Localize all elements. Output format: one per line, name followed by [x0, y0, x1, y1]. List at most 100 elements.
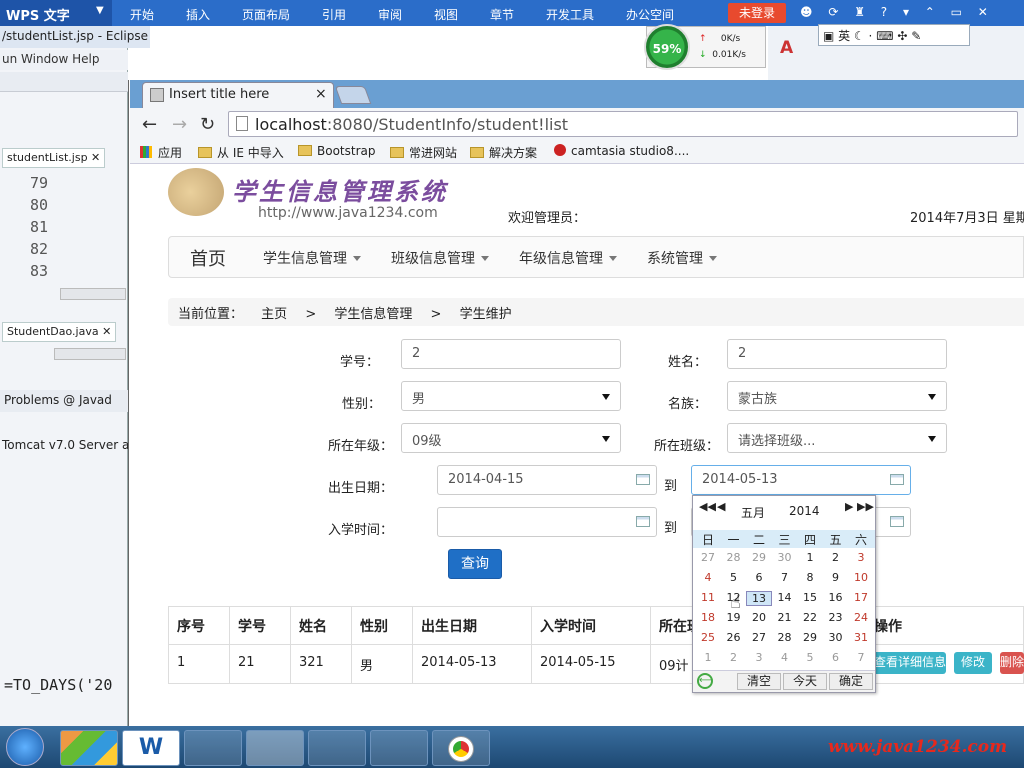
ime-toolbar[interactable]: ▣ 英 ☾ · ⌨ ✣ ✎ [818, 24, 970, 46]
nav-student-info[interactable]: 学生信息管理 [263, 248, 361, 268]
tab-close-icon[interactable]: × [315, 86, 327, 102]
taskbar-terminal-icon[interactable] [184, 730, 242, 766]
nav-system[interactable]: 系统管理 [647, 248, 717, 268]
month-label[interactable]: 五月 [741, 504, 765, 521]
calendar-day[interactable]: 11 [695, 591, 721, 604]
taskbar-wps-icon[interactable]: W [122, 730, 180, 766]
wps-menu-start[interactable]: 开始 [130, 6, 154, 23]
bookmark-bootstrap[interactable]: Bootstrap [298, 144, 375, 158]
edit-button[interactable]: 修改 [954, 652, 992, 674]
next-year-icon[interactable]: ▶▶ [857, 500, 874, 513]
ime-lang[interactable]: 英 [838, 29, 850, 43]
grade-select[interactable]: 09级 [401, 423, 621, 453]
query-button[interactable]: 查询 [448, 549, 502, 579]
confirm-date-button[interactable]: 确定 [829, 673, 873, 690]
prev-year-icon[interactable]: ◀◀ [699, 500, 716, 513]
calendar-day[interactable]: 30 [823, 631, 849, 644]
prev-month-icon[interactable]: ◀ [717, 500, 725, 513]
reload-icon[interactable]: ↻ [200, 114, 215, 135]
calendar-day[interactable]: 28 [772, 631, 798, 644]
calendar-day[interactable]: 4 [695, 571, 721, 584]
taskbar-camtasia-icon[interactable] [246, 730, 304, 766]
calendar-day[interactable]: 24 [848, 611, 874, 624]
birth-date-to-input[interactable]: 2014-05-13 [691, 465, 911, 495]
bookmark-sites[interactable]: 常进网站 [390, 144, 457, 161]
bookmark-solutions[interactable]: 解决方案 [470, 144, 537, 161]
calendar-icon[interactable] [890, 516, 904, 527]
taskbar-eclipse-icon[interactable] [308, 730, 366, 766]
calendar-day[interactable]: 10 [848, 571, 874, 584]
calendar-day[interactable]: 13 [746, 591, 772, 606]
calendar-day[interactable]: 7 [772, 571, 798, 584]
font-size-icon[interactable]: A [780, 38, 793, 58]
calendar-day[interactable]: 20 [746, 611, 772, 624]
calendar-day[interactable]: 14 [772, 591, 798, 604]
problems-tab[interactable]: Problems @ Javad [0, 390, 128, 412]
calendar-day[interactable]: 7 [848, 651, 874, 664]
calendar-day[interactable]: 31 [848, 631, 874, 644]
class-select[interactable]: 请选择班级... [727, 423, 947, 453]
calendar-day[interactable]: 9 [823, 571, 849, 584]
calendar-day[interactable]: 5 [721, 571, 747, 584]
back-icon[interactable]: ⟵ [697, 673, 713, 689]
calendar-day[interactable]: 1 [695, 651, 721, 664]
birth-date-from-input[interactable]: 2014-04-15 [437, 465, 657, 495]
bookmark-camtasia[interactable]: camtasia studio8.... [554, 144, 689, 158]
delete-button[interactable]: 删除 [1000, 652, 1024, 674]
breadcrumb-home[interactable]: 主页 [261, 307, 287, 322]
forward-arrow-icon[interactable]: → [172, 114, 187, 135]
address-bar[interactable]: localhost:8080/StudentInfo/student!list [228, 111, 1018, 137]
memory-gauge[interactable]: 59% [644, 24, 690, 70]
sex-select[interactable]: 男 [401, 381, 621, 411]
student-number-input[interactable]: 2 [401, 339, 621, 369]
calendar-day[interactable]: 2 [823, 551, 849, 564]
browser-tab[interactable]: Insert title here × [142, 82, 334, 108]
clear-date-button[interactable]: 清空 [737, 673, 781, 690]
eclipse-toolbar[interactable] [0, 72, 128, 92]
wps-logo-button[interactable]: WPS 文字 ▼ [0, 0, 112, 26]
calendar-icon[interactable] [636, 516, 650, 527]
name-input[interactable]: 2 [727, 339, 947, 369]
calendar-day[interactable]: 29 [746, 551, 772, 564]
calendar-day[interactable]: 22 [797, 611, 823, 624]
start-button[interactable] [6, 728, 44, 766]
calendar-day[interactable]: 5 [797, 651, 823, 664]
calendar-day[interactable]: 26 [721, 631, 747, 644]
calendar-day[interactable]: 3 [746, 651, 772, 664]
enroll-date-from-input[interactable] [437, 507, 657, 537]
nav-class-info[interactable]: 班级信息管理 [391, 248, 489, 268]
wps-menu-view[interactable]: 视图 [434, 6, 458, 23]
new-tab-button[interactable] [334, 86, 372, 104]
editor-tab-studentlist[interactable]: studentList.jsp ✕ [2, 148, 106, 168]
calendar-day[interactable]: 28 [721, 551, 747, 564]
calendar-day[interactable]: 17 [848, 591, 874, 604]
bookmark-ie-import[interactable]: 从 IE 中导入 [198, 144, 284, 161]
taskbar-app-icon[interactable] [60, 730, 118, 766]
horizontal-scrollbar[interactable] [60, 288, 126, 300]
breadcrumb-student-info[interactable]: 学生信息管理 [334, 307, 412, 322]
wps-menu-review[interactable]: 审阅 [378, 6, 402, 23]
calendar-day[interactable]: 16 [823, 591, 849, 604]
login-button[interactable]: 未登录 [728, 3, 786, 23]
calendar-day[interactable]: 2 [721, 651, 747, 664]
taskbar-chrome-icon[interactable] [432, 730, 490, 766]
calendar-day[interactable]: 6 [823, 651, 849, 664]
editor-tab-studentdao[interactable]: StudentDao.java ✕ [2, 322, 117, 342]
next-month-icon[interactable]: ▶ [845, 500, 853, 513]
nav-home[interactable]: 首页 [190, 245, 226, 271]
calendar-icon[interactable] [636, 474, 650, 485]
calendar-day[interactable]: 27 [746, 631, 772, 644]
calendar-day[interactable]: 15 [797, 591, 823, 604]
calendar-day[interactable]: 1 [797, 551, 823, 564]
calendar-day[interactable]: 21 [772, 611, 798, 624]
calendar-day[interactable]: 8 [797, 571, 823, 584]
calendar-day[interactable]: 29 [797, 631, 823, 644]
nav-grade-info[interactable]: 年级信息管理 [519, 248, 617, 268]
today-button[interactable]: 今天 [783, 673, 827, 690]
wps-menu-insert[interactable]: 插入 [186, 6, 210, 23]
window-controls[interactable]: ☻ ⟳ ♜ ? ▾ ⌃ ▭ ✕ [800, 5, 994, 19]
wps-menu-section[interactable]: 章节 [490, 6, 514, 23]
wps-menu-office[interactable]: 办公空间 [626, 6, 674, 23]
wps-menu-devtools[interactable]: 开发工具 [546, 6, 594, 23]
calendar-day[interactable]: 4 [772, 651, 798, 664]
